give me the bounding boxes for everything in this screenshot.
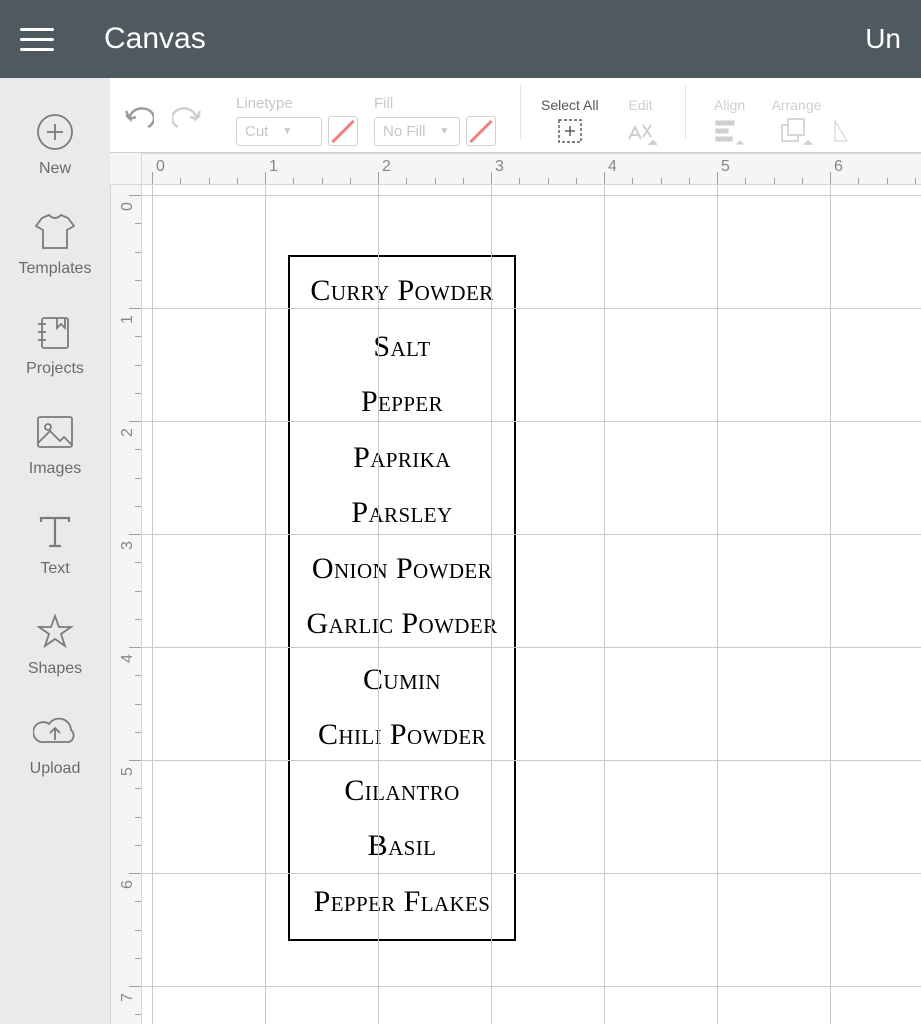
header-right-text: Un — [865, 23, 901, 55]
ruler-number: 3 — [119, 541, 137, 550]
flip-button[interactable] — [833, 97, 859, 146]
align-icon — [714, 116, 746, 146]
ruler-vertical: 0 1 2 3 4 5 6 7 — [110, 185, 142, 1024]
text-line: Salt — [290, 319, 514, 375]
linetype-swatch[interactable] — [328, 116, 358, 146]
arrange-icon — [780, 116, 814, 146]
chevron-down-icon: ▼ — [282, 126, 292, 137]
text-line: Pepper Flakes — [290, 874, 514, 930]
sidebar-item-label: Upload — [30, 760, 81, 778]
chevron-down-icon: ▼ — [440, 126, 450, 137]
sidebar-item-projects[interactable]: Projects — [0, 296, 110, 396]
sidebar-item-label: Projects — [26, 360, 84, 378]
align-button[interactable]: Align — [700, 97, 760, 146]
ruler-number: 2 — [382, 158, 391, 176]
cloud-upload-icon — [33, 710, 77, 754]
undo-button[interactable] — [124, 105, 154, 138]
toolbar-divider — [685, 85, 686, 139]
text-object[interactable]: Curry PowderSaltPepperPaprikaParsleyOnio… — [288, 255, 516, 941]
sidebar-item-label: Shapes — [28, 660, 82, 678]
ruler-number: 6 — [834, 158, 843, 176]
fill-swatch[interactable] — [466, 116, 496, 146]
canvas-grid[interactable]: Curry PowderSaltPepperPaprikaParsleyOnio… — [142, 185, 921, 1024]
ruler-number: 0 — [119, 202, 137, 211]
linetype-group: Linetype Cut ▼ — [236, 95, 358, 146]
sidebar-item-label: New — [39, 160, 71, 178]
linetype-dropdown[interactable]: Cut ▼ — [236, 117, 322, 146]
toolbar-divider — [520, 85, 521, 139]
star-icon — [33, 610, 77, 654]
ruler-number: 3 — [495, 158, 504, 176]
sidebar-item-new[interactable]: New — [0, 96, 110, 196]
sidebar-item-text[interactable]: Text — [0, 496, 110, 596]
ruler-number: 4 — [608, 158, 617, 176]
text-line: Curry Powder — [290, 263, 514, 319]
fill-label: Fill — [374, 95, 393, 112]
ruler-number: 2 — [119, 428, 137, 437]
select-all-button[interactable]: Select All — [535, 97, 605, 146]
main-layout: New Templates Projects Images Text — [0, 78, 921, 1024]
page-title: Canvas — [104, 22, 865, 56]
ruler-number: 4 — [119, 654, 137, 663]
image-icon — [33, 410, 77, 454]
ruler-number: 7 — [119, 993, 137, 1002]
plus-circle-icon — [33, 110, 77, 154]
ruler-number: 5 — [119, 767, 137, 776]
ruler-horizontal: 0 1 2 3 4 5 6 — [142, 153, 921, 185]
app-header: Canvas Un — [0, 0, 921, 78]
fill-group: Fill No Fill ▼ — [374, 95, 496, 146]
ruler-number: 6 — [119, 880, 137, 889]
sidebar-item-label: Templates — [19, 260, 92, 278]
ruler-number: 1 — [269, 158, 278, 176]
linetype-label: Linetype — [236, 95, 293, 112]
text-line: Garlic Powder — [290, 596, 514, 652]
text-line: Cilantro — [290, 763, 514, 819]
fill-dropdown[interactable]: No Fill ▼ — [374, 117, 460, 146]
canvas-area[interactable]: 0 1 2 3 4 5 6 0 1 2 3 4 5 6 7 Curry PowderSaltPepperP… — [110, 153, 921, 1024]
left-sidebar: New Templates Projects Images Text — [0, 78, 110, 1024]
edit-button[interactable]: Edit — [611, 97, 671, 146]
text-icon — [33, 510, 77, 554]
content-area: Linetype Cut ▼ Fill No Fill ▼ — [110, 78, 921, 1024]
sidebar-item-images[interactable]: Images — [0, 396, 110, 496]
sidebar-item-upload[interactable]: Upload — [0, 696, 110, 796]
text-line: Paprika — [290, 430, 514, 486]
arrange-button[interactable]: Arrange — [766, 97, 828, 146]
tshirt-icon — [33, 210, 77, 254]
ruler-number: 0 — [156, 158, 165, 176]
edit-icon — [625, 116, 657, 146]
sidebar-item-label: Text — [40, 560, 69, 578]
text-line: Cumin — [290, 652, 514, 708]
text-line: Onion Powder — [290, 541, 514, 597]
text-line: Parsley — [290, 485, 514, 541]
redo-button[interactable] — [172, 105, 202, 138]
select-all-icon — [556, 116, 584, 146]
ruler-number: 1 — [119, 315, 137, 324]
flip-icon — [833, 116, 853, 146]
text-line: Chili Powder — [290, 707, 514, 763]
sidebar-item-shapes[interactable]: Shapes — [0, 596, 110, 696]
notebook-icon — [33, 310, 77, 354]
ruler-number: 5 — [721, 158, 730, 176]
toolbar: Linetype Cut ▼ Fill No Fill ▼ — [110, 78, 921, 153]
sidebar-item-templates[interactable]: Templates — [0, 196, 110, 296]
ruler-corner — [110, 153, 142, 185]
text-line: Basil — [290, 818, 514, 874]
menu-icon[interactable] — [20, 28, 54, 51]
sidebar-item-label: Images — [29, 460, 81, 478]
